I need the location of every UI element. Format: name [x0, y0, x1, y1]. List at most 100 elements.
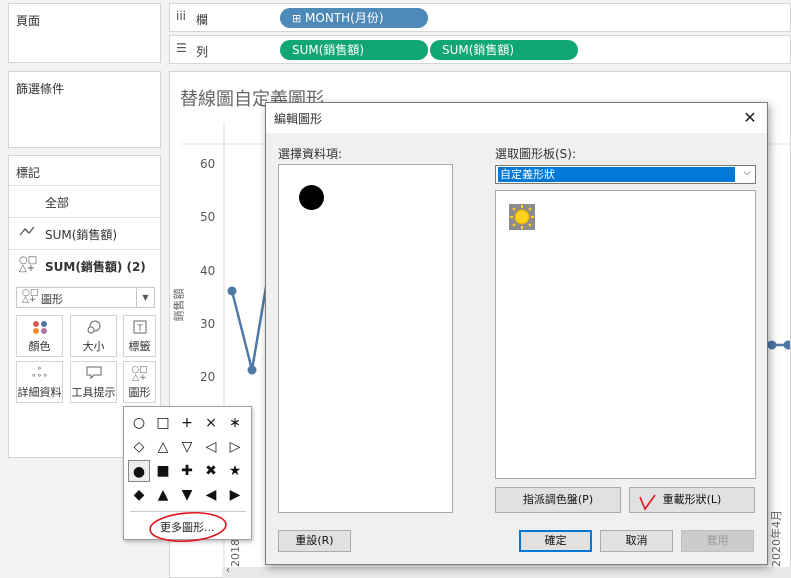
- y-tick-label: 50: [200, 210, 216, 224]
- size-icon: [71, 316, 116, 338]
- ok-button[interactable]: 確定: [519, 530, 592, 552]
- pages-title: 頁面: [16, 14, 41, 28]
- line-mark-icon: [19, 225, 37, 241]
- cancel-button[interactable]: 取消: [600, 530, 673, 552]
- asterisk-shape-icon[interactable]: ∗: [224, 412, 246, 434]
- star-shape-icon[interactable]: ★: [224, 460, 246, 482]
- filled-triangle-up-shape-icon[interactable]: ▲: [152, 484, 174, 506]
- x-tick-label: 2020年4月: [770, 510, 783, 567]
- data-item-list[interactable]: [278, 164, 453, 513]
- chevron-down-icon: ⌵: [743, 167, 751, 178]
- red-annotation-circle: [149, 511, 227, 543]
- data-point: [227, 286, 237, 296]
- triangle-up-shape-icon[interactable]: △: [152, 436, 174, 458]
- shape-icon: ○□ △+: [131, 365, 148, 383]
- card-label: 詳細資料: [17, 386, 62, 399]
- close-icon[interactable]: ✕: [733, 103, 767, 133]
- sun-shape-icon[interactable]: [509, 204, 535, 230]
- filled-triangle-down-shape-icon[interactable]: ▼: [176, 484, 198, 506]
- red-check-mark: [639, 494, 656, 511]
- columns-icon: iii: [176, 9, 187, 23]
- color-dots-icon: [17, 316, 62, 338]
- data-point: [767, 340, 777, 350]
- card-label: 大小: [82, 340, 105, 353]
- square-shape-icon[interactable]: □: [152, 412, 174, 434]
- columns-label: 欄: [196, 13, 209, 27]
- horizontal-scrollbar[interactable]: ‹: [222, 565, 791, 578]
- marks-row-label: SUM(銷售額): [45, 228, 118, 242]
- tooltip-icon: [71, 362, 116, 384]
- triangle-down-shape-icon[interactable]: ▽: [176, 436, 198, 458]
- edit-shape-dialog: 編輯圖形 ✕ 選擇資料項: 選取圖形板(S): 自定義形狀 ⌵ 指派調色盤(P)…: [265, 102, 768, 565]
- sales-pill-1[interactable]: SUM(銷售額): [280, 40, 428, 60]
- y-axis-label: 銷售額: [172, 288, 186, 322]
- rows-shelf[interactable]: ☰ 列 SUM(銷售額) SUM(銷售額): [169, 35, 791, 64]
- y-tick-label: 60: [200, 157, 216, 171]
- pill-label: SUM(銷售額): [292, 43, 365, 57]
- filled-cross-shape-icon[interactable]: ✖: [200, 460, 222, 482]
- shape-card[interactable]: ○□ △+ 圖形: [123, 361, 156, 403]
- tableau-workspace: 頁面 篩選條件 標記 全部 SUM(銷售額) ○□ △+ SUM(銷售額) (2)…: [0, 0, 791, 578]
- cross-shape-icon[interactable]: ×: [200, 412, 222, 434]
- mark-type-value: 圖形: [41, 293, 63, 306]
- shape-mark-icon: ○□ △+: [19, 255, 38, 274]
- card-label: 圖形: [128, 386, 151, 399]
- filled-triangle-right-shape-icon[interactable]: ▶: [224, 484, 246, 506]
- sales-line-left: [230, 286, 268, 371]
- expand-icon: ⊞: [292, 12, 302, 25]
- card-label: 標籤: [128, 340, 151, 353]
- mark-type-dropdown[interactable]: ○□ △+ 圖形 ▼: [16, 287, 155, 308]
- size-card[interactable]: 大小: [70, 315, 117, 357]
- filled-triangle-left-shape-icon[interactable]: ◀: [200, 484, 222, 506]
- data-point: [247, 365, 257, 375]
- pages-pane[interactable]: 頁面: [8, 3, 161, 63]
- triangle-right-shape-icon[interactable]: ▷: [224, 436, 246, 458]
- month-pill[interactable]: ⊞ MONTH(月份): [280, 8, 428, 28]
- detail-card[interactable]: ∘ ∘∘∘ 詳細資料: [16, 361, 63, 403]
- color-card[interactable]: 顏色: [16, 315, 63, 357]
- y-tick-label: 20: [200, 370, 216, 384]
- card-label: 顏色: [28, 340, 51, 353]
- pill-label: MONTH(月份): [305, 11, 384, 25]
- marks-row-line[interactable]: SUM(銷售額): [9, 217, 160, 249]
- pill-label: SUM(銷售額): [442, 43, 515, 57]
- marks-title: 標記: [16, 166, 41, 180]
- scroll-left-icon[interactable]: ‹: [226, 565, 230, 576]
- rows-label: 列: [196, 45, 209, 59]
- plus-shape-icon[interactable]: +: [176, 412, 198, 434]
- filled-circle-item-icon[interactable]: [299, 185, 324, 210]
- dialog-titlebar: 編輯圖形 ✕: [266, 103, 767, 133]
- reset-button[interactable]: 重設(R): [278, 530, 351, 552]
- assign-palette-button[interactable]: 指派調色盤(P): [495, 487, 621, 513]
- filled-diamond-shape-icon[interactable]: ◆: [128, 484, 150, 506]
- label-card[interactable]: T 標籤: [123, 315, 156, 357]
- circle-shape-icon[interactable]: ○: [128, 412, 150, 434]
- shape-type-icon: ○□ △+: [22, 288, 39, 305]
- apply-button[interactable]: 套用: [681, 530, 754, 552]
- y-tick-label: 30: [200, 317, 216, 331]
- triangle-left-shape-icon[interactable]: ◁: [200, 436, 222, 458]
- label-T-icon: T: [124, 316, 155, 338]
- filled-plus-shape-icon[interactable]: ✚: [176, 460, 198, 482]
- marks-row-label: 全部: [45, 196, 70, 210]
- select-data-label: 選擇資料項:: [278, 147, 343, 161]
- palette-value: 自定義形狀: [498, 167, 735, 182]
- shape-palette-list[interactable]: [495, 190, 756, 479]
- tooltip-card[interactable]: 工具提示: [70, 361, 117, 403]
- marks-row-shape[interactable]: ○□ △+ SUM(銷售額) (2): [9, 249, 160, 281]
- marks-row-all[interactable]: 全部: [9, 185, 160, 217]
- card-label: 工具提示: [71, 386, 116, 399]
- dialog-title: 編輯圖形: [274, 112, 323, 126]
- rows-icon: ☰: [176, 41, 187, 55]
- filters-pane[interactable]: 篩選條件: [8, 71, 161, 148]
- detail-dots-icon: ∘ ∘∘∘: [31, 364, 48, 381]
- palette-dropdown[interactable]: 自定義形狀 ⌵: [495, 165, 756, 184]
- columns-shelf[interactable]: iii 欄 ⊞ MONTH(月份): [169, 3, 791, 32]
- diamond-shape-icon[interactable]: ◇: [128, 436, 150, 458]
- sales-pill-2[interactable]: SUM(銷售額): [430, 40, 578, 60]
- filled-square-shape-icon[interactable]: ■: [152, 460, 174, 482]
- select-palette-label: 選取圖形板(S):: [495, 147, 577, 161]
- filled-circle-shape-icon[interactable]: ●: [128, 460, 150, 482]
- data-point: [783, 340, 790, 350]
- filters-title: 篩選條件: [16, 82, 65, 96]
